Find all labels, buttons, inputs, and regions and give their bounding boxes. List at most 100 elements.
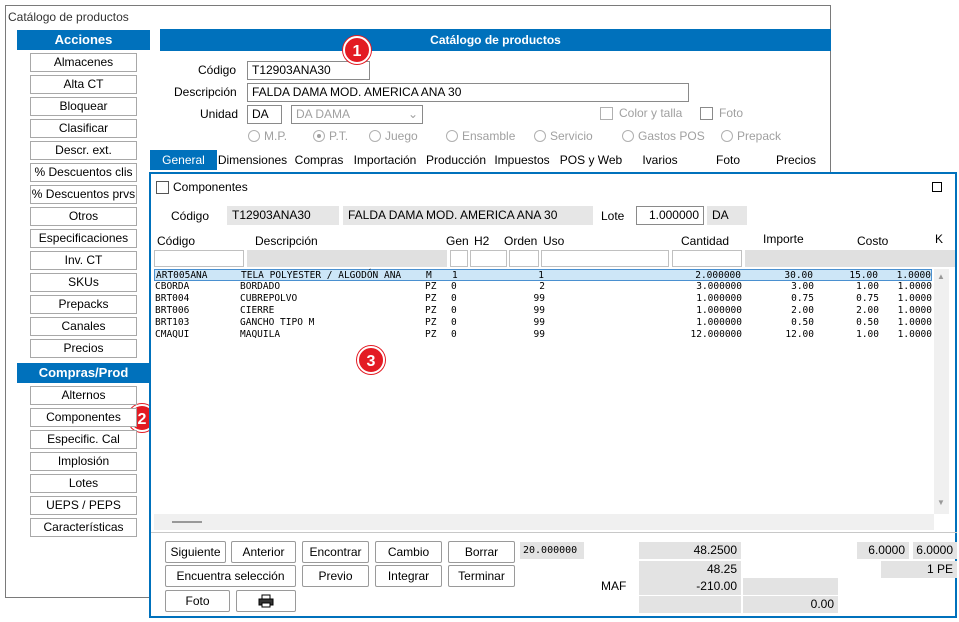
unidad-field[interactable]: DA xyxy=(247,105,282,124)
foto-button[interactable]: Foto xyxy=(165,590,230,612)
acciones-precios-button[interactable]: Precios xyxy=(30,339,137,358)
foto-checkbox[interactable]: Foto xyxy=(700,106,743,120)
tab-pos-y-web[interactable]: POS y Web xyxy=(556,150,626,170)
radio-button[interactable] xyxy=(721,130,733,142)
radio-button[interactable] xyxy=(313,130,325,142)
lote-field[interactable]: 1.000000 xyxy=(636,206,704,225)
callout-badge-1: 1 xyxy=(343,36,371,64)
type-radio-label: Servicio xyxy=(550,129,593,143)
foto-check-box[interactable] xyxy=(700,106,713,120)
type-radio-servicio[interactable]: Servicio xyxy=(534,129,593,143)
col-codigo: Código xyxy=(157,234,196,248)
borrar-button[interactable]: Borrar xyxy=(448,541,515,563)
type-radio-juego[interactable]: Juego xyxy=(369,129,418,143)
tab-impuestos[interactable]: Impuestos xyxy=(492,150,552,170)
compras-especific-cal-button[interactable]: Especific. Cal xyxy=(30,430,137,449)
type-radio-m-p[interactable]: M.P. xyxy=(248,129,287,143)
tab-foto[interactable]: Foto xyxy=(698,150,758,170)
compras-alternos-button[interactable]: Alternos xyxy=(30,386,137,405)
unidad-select[interactable]: DA DAMA ⌄ xyxy=(291,105,423,124)
compras-componentes-button[interactable]: Componentes xyxy=(30,408,137,427)
tab-ivarios[interactable]: Ivarios xyxy=(630,150,690,170)
tab-general[interactable]: General xyxy=(150,150,217,170)
scroll-up-icon[interactable]: ▲ xyxy=(937,272,945,281)
scroll-down-icon[interactable]: ▼ xyxy=(937,498,945,507)
acciones-clasificar-button[interactable]: Clasificar xyxy=(30,119,137,138)
maf-label: MAF xyxy=(601,579,627,593)
product-panel-header: Catálogo de productos xyxy=(160,29,831,51)
tab-compras[interactable]: Compras xyxy=(292,150,346,170)
table-row[interactable]: BRT004 CUBREPOLVO PZ 0 99 1.000000 0.75 0.75 1.0… xyxy=(154,293,932,305)
type-radio-ensamble[interactable]: Ensamble xyxy=(446,129,515,143)
horizontal-scroll-thumb[interactable] xyxy=(172,521,202,523)
codigo-field[interactable]: T12903ANA30 xyxy=(247,61,370,80)
tab-precios[interactable]: Precios xyxy=(766,150,826,170)
siguiente-button[interactable]: Siguiente xyxy=(165,541,226,563)
filter-orden[interactable] xyxy=(509,250,539,267)
table-row[interactable]: BRT006 CIERRE PZ 0 99 1.000000 2.00 2.00 1.0000 xyxy=(154,305,932,317)
encuentra-seleccion-button[interactable]: Encuentra selección xyxy=(165,565,296,587)
table-row[interactable]: BRT103 GANCHO TIPO M PZ 0 99 1.000000 0.50 0.50… xyxy=(154,317,932,329)
filter-h2[interactable] xyxy=(470,250,507,267)
window-icon xyxy=(156,181,169,194)
acciones-canales-button[interactable]: Canales xyxy=(30,317,137,336)
maf-extra xyxy=(743,578,838,595)
table-cell: 0.50 xyxy=(791,317,814,328)
cambio-button[interactable]: Cambio xyxy=(375,541,442,563)
print-button[interactable] xyxy=(236,590,296,612)
table-row[interactable]: ART005ANA TELA POLYESTER / ALGODÓN ANA M 1 1… xyxy=(154,269,932,281)
table-row[interactable]: CBORDA BORDADO PZ 0 2 3.000000 3.00 1.00 1.0000 xyxy=(154,281,932,293)
color-talla-checkbox[interactable]: Color y talla xyxy=(600,106,682,120)
maximize-icon[interactable] xyxy=(932,182,942,192)
acciones-inv-ct-button[interactable]: Inv. CT xyxy=(30,251,137,270)
radio-button[interactable] xyxy=(622,130,634,142)
filter-uso[interactable] xyxy=(541,250,669,267)
acciones-especificaciones-button[interactable]: Especificaciones xyxy=(30,229,137,248)
radio-button[interactable] xyxy=(248,130,260,142)
acciones-header: Acciones xyxy=(17,30,150,50)
componentes-window: Componentes Código T12903ANA30 FALDA DAM… xyxy=(149,172,957,618)
col-h2: H2 xyxy=(474,234,490,248)
compras-características-button[interactable]: Características xyxy=(30,518,137,537)
compras-implosión-button[interactable]: Implosión xyxy=(30,452,137,471)
compras-lotes-button[interactable]: Lotes xyxy=(30,474,137,493)
radio-button[interactable] xyxy=(534,130,546,142)
horizontal-scrollbar[interactable] xyxy=(154,514,934,530)
tab-dimensiones[interactable]: Dimensiones xyxy=(217,150,288,170)
compras-ueps-peps-button[interactable]: UEPS / PEPS xyxy=(30,496,137,515)
vertical-scrollbar[interactable]: ▲ ▼ xyxy=(934,269,949,514)
col-orden: Orden xyxy=(504,234,538,248)
type-radio-p-t[interactable]: P.T. xyxy=(313,129,348,143)
filter-codigo[interactable] xyxy=(154,250,244,267)
acciones-alta-ct-button[interactable]: Alta CT xyxy=(30,75,137,94)
acciones-descuentos-prvs-button[interactable]: % Descuentos prvs xyxy=(30,185,137,204)
acciones-bloquear-button[interactable]: Bloquear xyxy=(30,97,137,116)
radio-button[interactable] xyxy=(446,130,458,142)
filter-cantidad[interactable] xyxy=(672,250,742,267)
k-total: 6.0000 xyxy=(913,542,957,559)
window-title: Catálogo de productos xyxy=(8,10,129,24)
foto-checkbox-label: Foto xyxy=(719,106,744,120)
previo-button[interactable]: Previo xyxy=(302,565,369,587)
table-cell: 1.0000 xyxy=(897,281,932,292)
table-row[interactable]: CMAQUI MAQUILA PZ 0 99 12.000000 12.00 1.00 1.00… xyxy=(154,329,932,341)
acciones-prepacks-button[interactable]: Prepacks xyxy=(30,295,137,314)
acciones-otros-button[interactable]: Otros xyxy=(30,207,137,226)
anterior-button[interactable]: Anterior xyxy=(231,541,296,563)
table-cell: BORDADO xyxy=(240,281,281,292)
acciones-descuentos-clis-button[interactable]: % Descuentos clis xyxy=(30,163,137,182)
encontrar-button[interactable]: Encontrar xyxy=(302,541,369,563)
type-radio-prepack[interactable]: Prepack xyxy=(721,129,781,143)
color-talla-check-box[interactable] xyxy=(600,106,613,120)
filter-gen[interactable] xyxy=(450,250,468,267)
terminar-button[interactable]: Terminar xyxy=(448,565,515,587)
acciones-skus-button[interactable]: SKUs xyxy=(30,273,137,292)
descripcion-field[interactable]: FALDA DAMA MOD. AMERICA ANA 30 xyxy=(247,83,689,102)
acciones-almacenes-button[interactable]: Almacenes xyxy=(30,53,137,72)
tab-producci-n[interactable]: Producción xyxy=(423,150,489,170)
radio-button[interactable] xyxy=(369,130,381,142)
acciones-descr-ext-button[interactable]: Descr. ext. xyxy=(30,141,137,160)
type-radio-gastos-pos[interactable]: Gastos POS xyxy=(622,129,705,143)
tab-importaci-n[interactable]: Importación xyxy=(349,150,421,170)
integrar-button[interactable]: Integrar xyxy=(375,565,442,587)
